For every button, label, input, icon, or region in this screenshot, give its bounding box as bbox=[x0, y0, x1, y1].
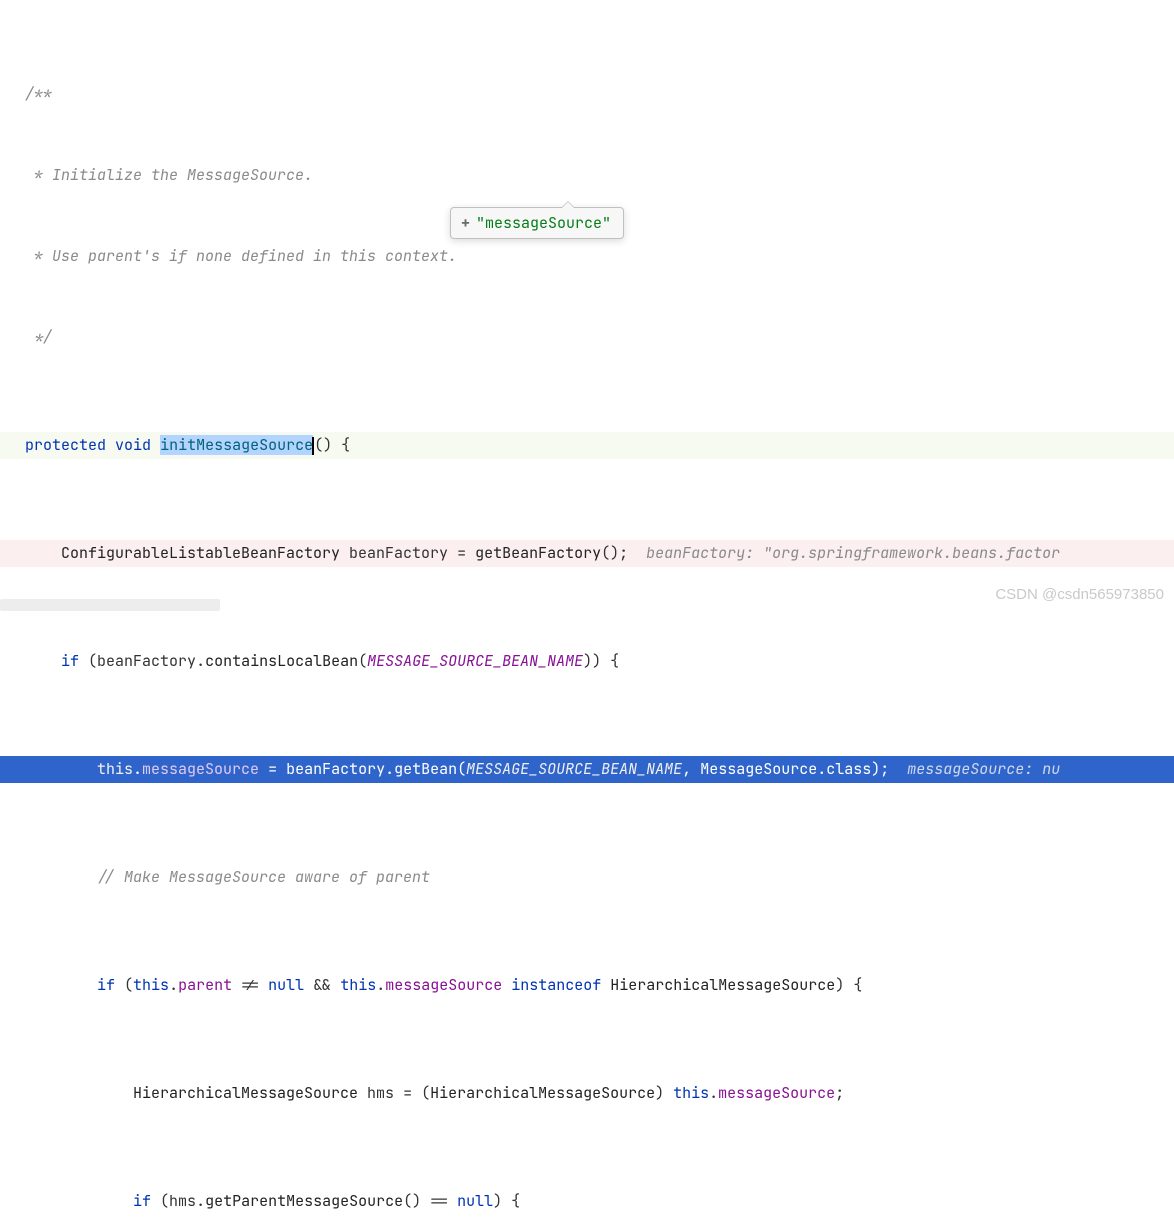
kw-this: this bbox=[340, 975, 376, 995]
var-beanfactory: beanFactory bbox=[286, 759, 385, 779]
kw-if: if bbox=[133, 1191, 151, 1211]
var-beanfactory: beanFactory bbox=[97, 651, 196, 671]
call-getbeanfactory: getBeanFactory bbox=[475, 543, 601, 563]
highlighted-code-line: this.messageSource = beanFactory.getBean… bbox=[0, 756, 1174, 783]
expand-icon[interactable]: + bbox=[461, 213, 470, 233]
code-line: // Make MessageSource aware of parent bbox=[0, 864, 1174, 891]
op-ne: != bbox=[241, 975, 259, 995]
javadoc-open: /** bbox=[25, 84, 52, 104]
var-beanfactory: beanFactory bbox=[349, 543, 448, 563]
inlay-hint-beanfactory: beanFactory: "org.springframework.beans.… bbox=[646, 543, 1060, 563]
type-hierarchicalmessagesource: HierarchicalMessageSource bbox=[610, 975, 835, 995]
const-message-source-bean-name: MESSAGE_SOURCE_BEAN_NAME bbox=[466, 759, 682, 779]
var-hms: hms bbox=[169, 1191, 196, 1211]
kw-null: null bbox=[457, 1191, 493, 1211]
comment-make-aware: // Make MessageSource aware of parent bbox=[97, 867, 430, 887]
javadoc-line: * Initialize the MessageSource. bbox=[25, 165, 313, 185]
evaluate-tooltip[interactable]: + "messageSource" bbox=[450, 207, 624, 239]
field-messagesource: messageSource bbox=[385, 975, 502, 995]
method-name-selected[interactable]: initMessageSource bbox=[160, 435, 313, 455]
type-configurablelistablebeanfactory: ConfigurableListableBeanFactory bbox=[61, 543, 340, 563]
code-line: * Initialize the MessageSource. bbox=[0, 162, 1174, 189]
method-signature-line: protected void initMessageSource() { bbox=[0, 432, 1174, 459]
code-editor[interactable]: /** * Initialize the MessageSource. * Us… bbox=[0, 0, 1174, 1222]
field-messagesource: messageSource bbox=[142, 759, 259, 779]
kw-this: this bbox=[133, 975, 169, 995]
code-line: if (this.parent != null && this.messageS… bbox=[0, 972, 1174, 999]
kw-this: this bbox=[97, 759, 133, 779]
kw-class: class bbox=[826, 759, 871, 779]
javadoc-close: */ bbox=[25, 327, 52, 347]
code-line: if (hms.getParentMessageSource() == null… bbox=[0, 1188, 1174, 1215]
kw-this: this bbox=[673, 1083, 709, 1103]
code-line: * Use parent's if none defined in this c… bbox=[0, 243, 1174, 270]
tooltip-value: "messageSource" bbox=[476, 213, 611, 233]
const-message-source-bean-name: MESSAGE_SOURCE_BEAN_NAME bbox=[367, 651, 583, 671]
text-caret bbox=[312, 437, 314, 455]
type-hierarchicalmessagesource: HierarchicalMessageSource bbox=[133, 1083, 358, 1103]
op-assign: = bbox=[403, 1083, 412, 1103]
kw-null: null bbox=[268, 975, 304, 995]
op-assign: = bbox=[268, 759, 277, 779]
type-hierarchicalmessagesource: HierarchicalMessageSource bbox=[430, 1083, 655, 1103]
field-messagesource: messageSource bbox=[718, 1083, 835, 1103]
field-parent: parent bbox=[178, 975, 232, 995]
kw-protected: protected bbox=[25, 435, 106, 455]
javadoc-line: * Use parent's if none defined in this c… bbox=[25, 246, 457, 266]
kw-instanceof: instanceof bbox=[511, 975, 601, 995]
call-containslocalbean: containsLocalBean bbox=[205, 651, 358, 671]
call-getbean: getBean bbox=[394, 759, 457, 779]
code-line: */ bbox=[0, 324, 1174, 351]
code-line: HierarchicalMessageSource hms = (Hierarc… bbox=[0, 1080, 1174, 1107]
code-line: if (beanFactory.containsLocalBean(MESSAG… bbox=[0, 648, 1174, 675]
op-assign: = bbox=[457, 543, 466, 563]
kw-void: void bbox=[115, 435, 151, 455]
type-messagesource: MessageSource bbox=[700, 759, 817, 779]
op-and: && bbox=[313, 975, 331, 995]
var-hms: hms bbox=[367, 1083, 394, 1103]
code-line: /** bbox=[0, 81, 1174, 108]
code-line: ConfigurableListableBeanFactory beanFact… bbox=[0, 540, 1174, 567]
op-eq: == bbox=[430, 1191, 448, 1211]
call-getparentmessagesource: getParentMessageSource bbox=[205, 1191, 403, 1211]
kw-if: if bbox=[61, 651, 79, 671]
kw-if: if bbox=[97, 975, 115, 995]
inlay-hint-messagesource: messageSource: nu bbox=[907, 759, 1060, 779]
horizontal-scrollbar[interactable] bbox=[0, 599, 220, 611]
